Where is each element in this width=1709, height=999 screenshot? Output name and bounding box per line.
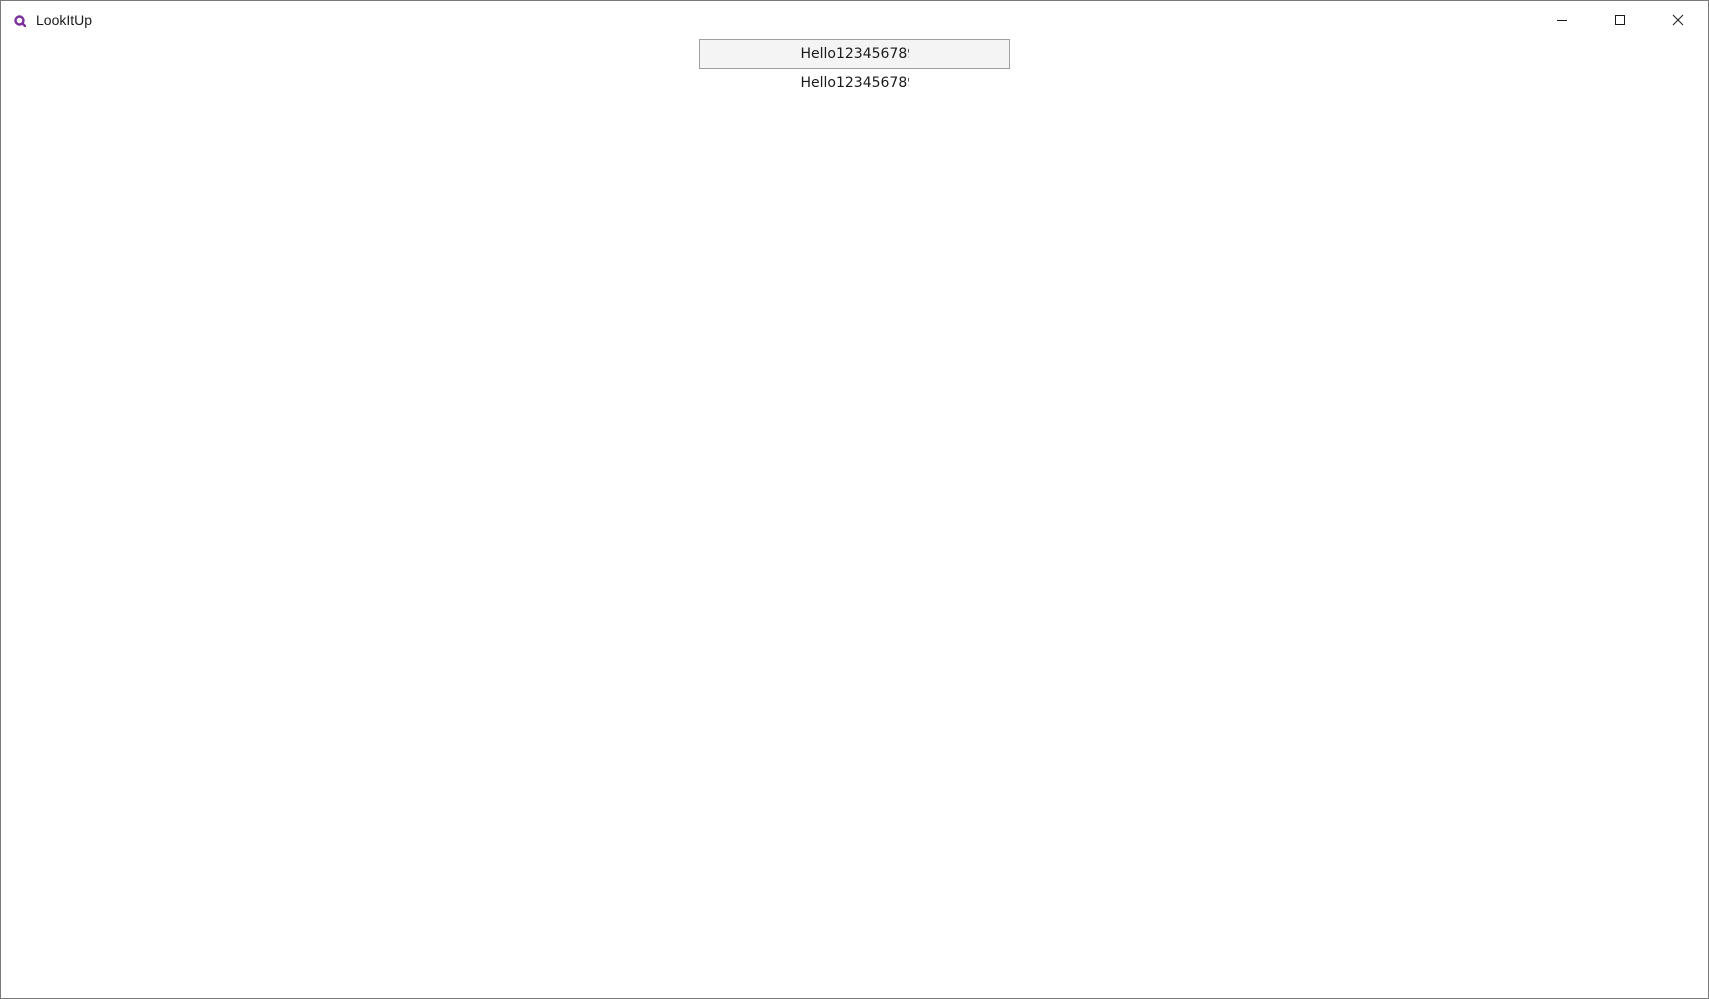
content-area: Hello123456789 Hello123456789 <box>1 39 1708 998</box>
echo-label: Hello123456789 <box>699 73 1010 93</box>
text-entry[interactable]: Hello123456789 <box>699 39 1010 69</box>
title-bar[interactable]: LookItUp <box>1 1 1708 39</box>
app-window: LookItUp Hello123456789 Hello123456789 <box>0 0 1709 999</box>
text-entry-value: Hello123456789 <box>800 46 909 62</box>
close-button[interactable] <box>1649 1 1707 39</box>
minimize-icon <box>1556 14 1568 26</box>
window-title: LookItUp <box>36 12 93 28</box>
close-icon <box>1672 14 1684 26</box>
maximize-button[interactable] <box>1591 1 1649 39</box>
echo-label-text: Hello123456789 <box>800 75 909 91</box>
maximize-icon <box>1614 14 1626 26</box>
minimize-button[interactable] <box>1533 1 1591 39</box>
app-logo-icon <box>14 14 27 28</box>
